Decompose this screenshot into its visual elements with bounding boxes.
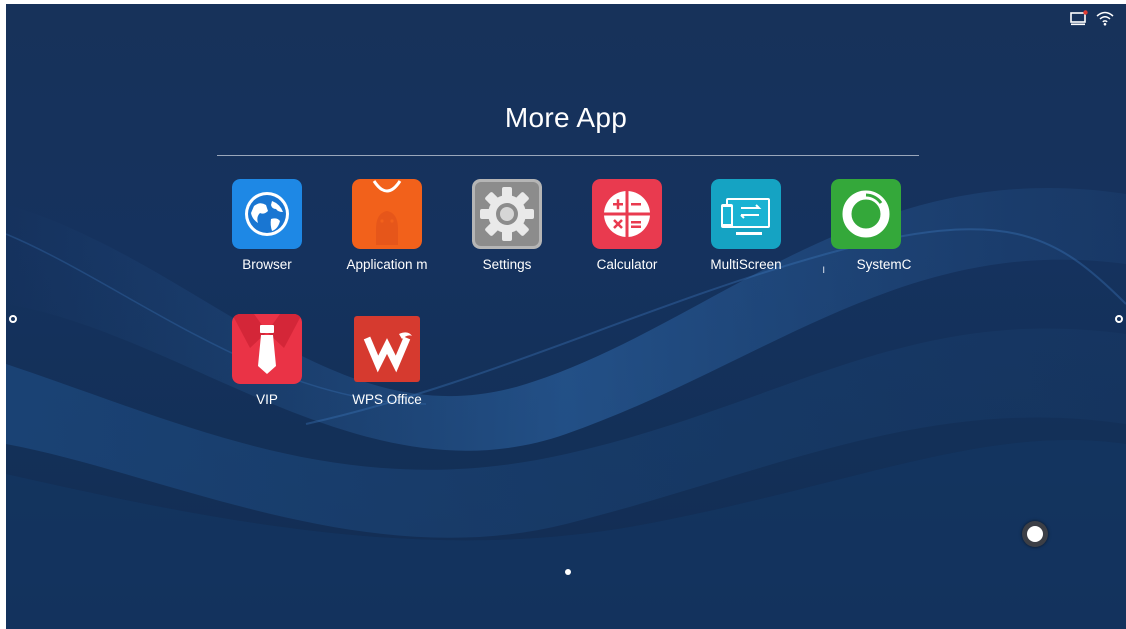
calculator-icon — [592, 179, 662, 249]
app-systemc[interactable]: SystemC — [816, 179, 916, 272]
screen-cast-icon[interactable] — [1070, 10, 1088, 26]
app-application-manager[interactable]: Application m — [337, 179, 437, 272]
multiscreen-icon — [711, 179, 781, 249]
page-indicator-dot — [565, 569, 571, 575]
wave-background — [6, 187, 1126, 629]
tie-icon — [232, 314, 302, 384]
wps-icon — [352, 314, 422, 384]
wifi-icon[interactable] — [1096, 10, 1114, 26]
status-bar — [1070, 10, 1114, 26]
right-edge-handle[interactable] — [1112, 310, 1126, 328]
app-label: SystemC — [856, 257, 912, 272]
app-label: Calculator — [596, 257, 658, 272]
truncated-text: ı — [822, 262, 826, 276]
gear-icon — [1115, 315, 1123, 323]
android-bag-icon — [352, 179, 422, 249]
gear-icon — [472, 179, 542, 249]
app-multiscreen[interactable]: MultiScreen — [696, 179, 796, 272]
app-settings[interactable]: Settings — [457, 179, 557, 272]
title-divider — [217, 155, 919, 156]
ring-icon — [831, 179, 901, 249]
home-screen: More App Browser Application m Settings … — [6, 4, 1126, 629]
app-label: MultiScreen — [710, 257, 782, 272]
app-browser[interactable]: Browser — [217, 179, 317, 272]
left-edge-handle[interactable] — [6, 310, 20, 328]
app-label: Browser — [242, 257, 292, 272]
floating-assist-button[interactable] — [1022, 521, 1048, 547]
assist-ball-icon — [1027, 526, 1043, 542]
app-calculator[interactable]: Calculator — [577, 179, 677, 272]
globe-icon — [232, 179, 302, 249]
app-label: Settings — [482, 257, 532, 272]
gear-icon — [9, 315, 17, 323]
notification-dot-icon — [1083, 10, 1088, 15]
app-wps-office[interactable]: WPS Office — [337, 314, 437, 407]
app-label: Application m — [346, 257, 428, 272]
app-label: WPS Office — [352, 392, 422, 407]
app-vip[interactable]: VIP — [217, 314, 317, 407]
page-title: More App — [504, 102, 628, 133]
app-label: VIP — [256, 392, 278, 407]
